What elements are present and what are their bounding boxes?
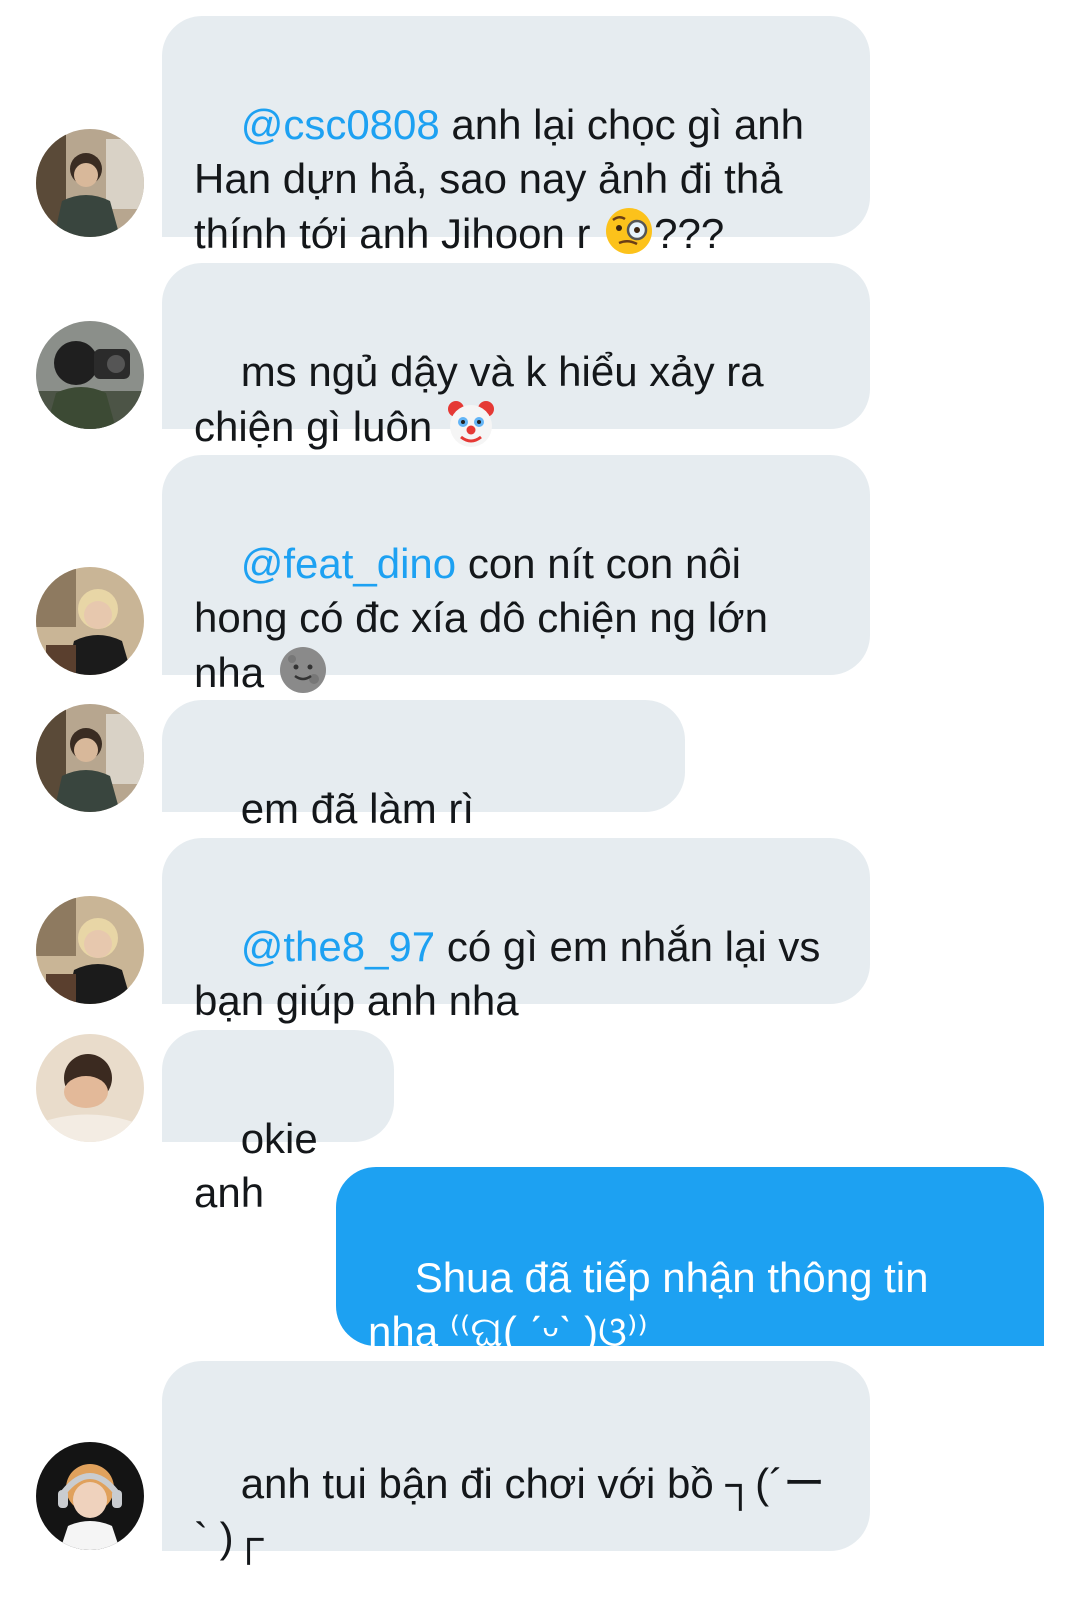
message-text: nha ⁽⁽ଘ( ˊᵕˋ )ଓ⁾⁾	[368, 1308, 648, 1355]
message-text: có gì em nhắn lại vs	[435, 923, 821, 970]
incoming-message-bubble: em đã làm rì đouuu???	[162, 700, 685, 886]
mention-link[interactable]: @the8_97	[241, 923, 435, 970]
avatar[interactable]	[36, 567, 144, 675]
incoming-message-bubble: okie anh	[162, 1030, 394, 1216]
message-text: Shua đã tiếp nhận thông tin	[414, 1254, 929, 1301]
avatar[interactable]	[36, 704, 144, 812]
mention-link[interactable]: @feat_dino	[241, 540, 456, 587]
message-text: okie anh	[194, 1115, 330, 1216]
message-text: hong có đc xía dô chiện ng lớn	[194, 594, 768, 641]
avatar[interactable]	[36, 896, 144, 1004]
incoming-message-bubble: @the8_97 có gì em nhắn lại vs bạn giúp an…	[162, 838, 870, 1024]
message-text: anh lại chọc gì anh	[439, 101, 805, 148]
incoming-message-bubble: @csc0808 anh lại chọc gì anh Han dựn hả, …	[162, 16, 870, 257]
incoming-message-bubble: @feat_dino con nít con nôi hong có đc xía…	[162, 455, 870, 696]
avatar[interactable]	[36, 1034, 144, 1142]
mention-link[interactable]: @csc0808	[241, 101, 440, 148]
incoming-message-bubble: anh tui bận đi chơi với bồ ┐(´ー ` )┌	[162, 1361, 870, 1561]
outgoing-message-bubble: Shua đã tiếp nhận thông tin nha ⁽⁽ଘ( ˊᵕˋ …	[336, 1167, 1044, 1355]
message-text: Han dựn hả, sao nay ảnh đi thả	[194, 155, 783, 202]
avatar[interactable]	[36, 129, 144, 237]
message-text: anh tui bận đi chơi với bồ ┐(´ー	[240, 1460, 826, 1507]
avatar[interactable]	[36, 1442, 144, 1550]
message-text: ms ngủ dậy và k hiểu xảy ra	[240, 348, 764, 395]
clown-face-emoji	[447, 401, 494, 447]
message-text: nha	[194, 649, 276, 696]
incoming-message-bubble: ms ngủ dậy và k hiểu xảy ra chiện gì luôn	[162, 263, 870, 450]
message-text-tail: ???	[654, 210, 725, 257]
message-text: con nít con nôi	[456, 540, 742, 587]
avatar[interactable]	[36, 321, 144, 429]
message-text: chiện gì luôn	[194, 403, 444, 450]
full-moon-face-emoji	[279, 647, 326, 693]
message-text: bạn giúp anh nha	[194, 977, 519, 1024]
message-text: ` )┌	[194, 1514, 264, 1561]
monocle-face-emoji	[606, 208, 653, 254]
message-text: thính tới anh Jihoon r	[194, 210, 603, 257]
